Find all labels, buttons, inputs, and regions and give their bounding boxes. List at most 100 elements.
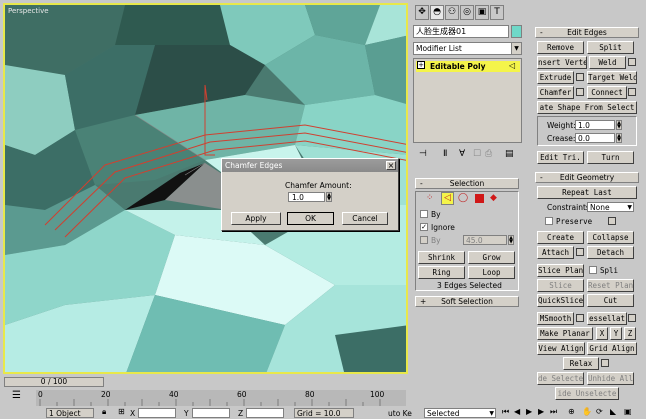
modifier-list-dropdown[interactable]: Modifier List ▼ (413, 42, 522, 55)
edit-tri-button[interactable]: Edit Tri. (537, 151, 584, 164)
track-bar[interactable]: 0 20 40 60 80 100 (36, 390, 406, 406)
make-planar-button[interactable]: Make Planar (537, 327, 593, 340)
planar-z-button[interactable]: Z (624, 327, 636, 340)
time-slider[interactable]: 0 / 100 (4, 377, 104, 387)
repeat-last-button[interactable]: Repeat Last (537, 186, 637, 199)
loop-button[interactable]: Loop (468, 266, 515, 279)
stack-item-editable-poly[interactable]: Editable Poly (416, 61, 520, 72)
show-end-result-icon[interactable]: Ⅱ (443, 149, 447, 159)
crease-input[interactable]: 0.0 (575, 133, 615, 143)
soft-selection-rollout-header[interactable]: + Soft Selection (415, 296, 519, 307)
maximize-viewport-icon[interactable]: ▣ (624, 407, 632, 416)
turn-button[interactable]: Turn (587, 151, 634, 164)
object-color-swatch[interactable] (511, 25, 522, 38)
utilities-tab-icon[interactable]: T (490, 5, 504, 20)
extrude-settings-button[interactable] (576, 73, 584, 81)
msmooth-settings-button[interactable] (576, 314, 584, 322)
weight-spinner[interactable]: ▲ ▼ (616, 120, 622, 130)
collapse-button[interactable]: Collapse (587, 231, 634, 244)
pin-stack-icon[interactable]: ⊣ (419, 149, 427, 159)
weld-button[interactable]: Weld (589, 56, 626, 69)
orbit-icon[interactable]: ⟳ (596, 407, 603, 416)
angle-spinner[interactable]: ▲ ▼ (508, 235, 514, 245)
extrude-button[interactable]: Extrude (537, 71, 574, 84)
hierarchy-tab-icon[interactable]: ⚇ (445, 5, 459, 20)
configure-icon[interactable]: ⎙ (485, 149, 492, 159)
object-name-field[interactable]: 人脸生成器01 (413, 25, 509, 38)
slice-button[interactable]: Slice (537, 279, 584, 292)
track-view-icon[interactable]: ☰ (12, 390, 21, 401)
insert-vertex-button[interactable]: nsert Verte (537, 56, 587, 69)
previous-frame-icon[interactable]: ◀ (514, 407, 520, 416)
z-coord-input[interactable] (246, 408, 284, 418)
hide-selected-button[interactable]: de Selecte (537, 372, 584, 385)
planar-x-button[interactable]: X (596, 327, 608, 340)
quickslice-button[interactable]: QuickSlice (537, 294, 584, 307)
ring-button[interactable]: Ring (418, 266, 465, 279)
absolute-mode-icon[interactable]: ⊞ (118, 407, 125, 416)
weld-settings-button[interactable] (628, 58, 636, 66)
remove-button[interactable]: Remove (537, 41, 584, 54)
edit-edges-rollout-header[interactable]: - Edit Edges (535, 27, 639, 38)
target-weld-button[interactable]: Target Weld (587, 71, 637, 84)
planar-y-button[interactable]: Y (610, 327, 622, 340)
viewport-label[interactable]: Perspective (8, 7, 49, 15)
chamfer-amount-spinner[interactable]: ▲ ▼ (326, 192, 332, 202)
remove-modifier-icon[interactable]: ☐ (473, 149, 481, 159)
key-filter-dropdown[interactable]: Selected ▼ (424, 408, 496, 418)
by-vertex-checkbox[interactable] (420, 210, 428, 218)
create-tab-icon[interactable]: ✥ (415, 5, 429, 20)
split-button[interactable]: Split (587, 41, 634, 54)
connect-button[interactable]: Connect (587, 86, 627, 99)
unhide-all-button[interactable]: Unhide All (587, 372, 634, 385)
tessellate-button[interactable]: essellat (587, 312, 627, 325)
connect-settings-button[interactable] (628, 88, 636, 96)
tessellate-settings-button[interactable] (628, 314, 636, 322)
preserve-settings-button[interactable] (608, 217, 616, 225)
ok-button[interactable]: OK (287, 212, 334, 225)
element-mode-icon[interactable]: ◆ (490, 193, 497, 203)
x-coord-input[interactable] (138, 408, 176, 418)
preserve-uvs-checkbox[interactable] (545, 217, 553, 225)
pan-icon[interactable]: ✋ (582, 407, 592, 416)
angle-input[interactable]: 45.0 (463, 235, 507, 245)
expand-icon[interactable]: + (417, 61, 425, 69)
relax-button[interactable]: Relax (563, 357, 599, 370)
grow-button[interactable]: Grow (468, 251, 515, 264)
motion-tab-icon[interactable]: ◎ (460, 5, 474, 20)
auto-key-label[interactable]: uto Ke (388, 409, 412, 418)
selection-rollout-header[interactable]: - Selection (415, 178, 519, 189)
reset-plane-button[interactable]: Reset Plane (587, 279, 634, 292)
field-of-view-icon[interactable]: ◣ (610, 407, 616, 416)
crease-spinner[interactable]: ▲ ▼ (616, 133, 622, 143)
chamfer-amount-input[interactable]: 1.0 (288, 192, 325, 202)
constraints-dropdown[interactable]: None ▼ (587, 202, 634, 212)
detach-button[interactable]: Detach (587, 246, 634, 259)
relax-settings-button[interactable] (601, 359, 609, 367)
apply-button[interactable]: Apply (231, 212, 281, 225)
grid-align-button[interactable]: Grid Align (587, 342, 637, 355)
chamfer-button[interactable]: Chamfer (537, 86, 574, 99)
go-to-start-icon[interactable]: ⏮ (502, 407, 509, 417)
attach-button[interactable]: Attach (537, 246, 574, 259)
polygon-mode-icon[interactable] (475, 194, 484, 203)
next-frame-icon[interactable]: ▶ (538, 407, 544, 416)
weight-input[interactable]: 1.0 (575, 120, 615, 130)
go-to-end-icon[interactable]: ⏭ (550, 407, 557, 417)
make-unique-icon[interactable]: ∀ (459, 149, 465, 159)
display-tab-icon[interactable]: ▣ (475, 5, 489, 20)
split-checkbox[interactable] (589, 266, 597, 274)
chamfer-settings-button[interactable] (576, 88, 584, 96)
zoom-icon[interactable]: ⊕ (568, 407, 575, 416)
configure-sets-icon[interactable]: ▤ (505, 149, 514, 159)
slice-plane-button[interactable]: Slice Plane (537, 264, 584, 277)
shrink-button[interactable]: Shrink (418, 251, 465, 264)
border-mode-icon[interactable]: ◯ (458, 193, 468, 203)
edit-geometry-rollout-header[interactable]: - Edit Geometry (535, 172, 639, 183)
attach-settings-button[interactable] (576, 248, 584, 256)
ignore-backfacing-checkbox[interactable]: ✓ (420, 223, 428, 231)
edge-mode-icon[interactable]: ◁ (441, 192, 454, 205)
cut-button[interactable]: Cut (587, 294, 634, 307)
modify-tab-icon[interactable]: ◓ (430, 5, 444, 20)
create-shape-button[interactable]: ate Shape From Select (537, 101, 637, 114)
